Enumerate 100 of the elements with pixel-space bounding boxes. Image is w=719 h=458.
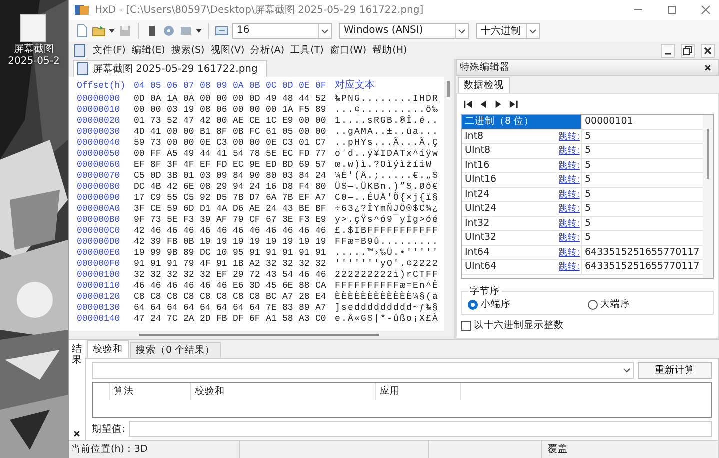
hex-byte[interactable]: D6 bbox=[233, 204, 250, 216]
hex-byte[interactable]: A7 bbox=[316, 193, 332, 204]
hex-byte[interactable]: 41 bbox=[216, 149, 233, 160]
hex-byte[interactable]: EC bbox=[282, 149, 299, 160]
hex-byte[interactable]: E9 bbox=[316, 215, 332, 226]
hex-byte[interactable]: CE bbox=[250, 116, 266, 128]
data-type-cell[interactable]: UInt32 bbox=[462, 231, 559, 245]
hex-byte[interactable]: A7 bbox=[282, 292, 299, 304]
jump-link[interactable]: 跳转: bbox=[559, 132, 580, 142]
hex-byte[interactable]: 3E bbox=[282, 215, 299, 226]
hex-byte[interactable]: 39 bbox=[150, 237, 167, 248]
hex-byte[interactable]: 77 bbox=[316, 149, 332, 160]
hex-byte[interactable]: D7 bbox=[250, 193, 266, 204]
hex-byte[interactable]: 5E bbox=[167, 215, 184, 226]
hex-byte[interactable]: 84 bbox=[233, 171, 250, 182]
hex-byte[interactable]: 84 bbox=[299, 171, 316, 182]
hex-byte[interactable]: 5E bbox=[266, 149, 282, 160]
hex-byte[interactable]: 54 bbox=[282, 270, 299, 282]
hex-byte[interactable]: 16 bbox=[266, 182, 282, 194]
hex-byte[interactable]: 00 bbox=[299, 127, 316, 138]
hex-byte[interactable]: 00 bbox=[216, 94, 233, 106]
hex-byte[interactable]: 32 bbox=[299, 259, 316, 270]
hex-byte[interactable]: 91 bbox=[266, 248, 282, 260]
hex-byte[interactable]: 24 bbox=[250, 182, 266, 194]
charset-dropdown[interactable]: Windows (ANSI) bbox=[339, 22, 469, 39]
hex-byte[interactable]: 89 bbox=[316, 105, 332, 116]
close-icon[interactable] bbox=[704, 64, 712, 72]
hex-byte[interactable]: 95 bbox=[233, 248, 250, 260]
hex-byte[interactable]: 46 bbox=[266, 226, 282, 238]
menu-item[interactable]: 分析(A) bbox=[250, 44, 285, 58]
caret-icon[interactable] bbox=[109, 28, 115, 33]
hex-byte[interactable]: 00 bbox=[200, 94, 216, 106]
hex-byte[interactable]: 42 bbox=[134, 226, 150, 238]
hex-byte[interactable]: 29 bbox=[216, 182, 233, 194]
hex-byte[interactable]: 03 bbox=[200, 171, 216, 182]
chevron-down-icon[interactable] bbox=[526, 24, 539, 38]
hex-byte[interactable]: EF bbox=[134, 160, 150, 172]
hex-byte[interactable]: A1 bbox=[266, 314, 282, 326]
hex-byte[interactable]: 32 bbox=[150, 270, 167, 282]
hex-byte[interactable]: 8F bbox=[216, 127, 233, 138]
radio-button[interactable] bbox=[588, 300, 598, 310]
hex-byte[interactable]: 44 bbox=[200, 149, 216, 160]
jump-link[interactable]: 跳转: bbox=[559, 262, 580, 272]
hex-byte[interactable]: 64 bbox=[200, 303, 216, 314]
hex-byte[interactable]: 7B bbox=[233, 193, 250, 204]
hex-byte[interactable]: 00 bbox=[250, 138, 266, 150]
minimize-icon[interactable] bbox=[661, 44, 675, 58]
hex-byte[interactable]: 46 bbox=[299, 226, 316, 238]
data-type-cell[interactable]: UInt8 bbox=[462, 144, 559, 158]
menu-item[interactable]: 窗口(W) bbox=[330, 44, 367, 58]
hex-byte[interactable]: 64 bbox=[134, 303, 150, 314]
hex-byte[interactable]: 08 bbox=[200, 182, 216, 194]
hex-byte[interactable]: 24 bbox=[150, 314, 167, 326]
hex-byte[interactable]: 41 bbox=[150, 127, 167, 138]
data-type-cell[interactable]: Int16 bbox=[462, 158, 559, 172]
hex-byte[interactable]: 79 bbox=[184, 259, 200, 270]
hex-byte[interactable]: B1 bbox=[200, 127, 216, 138]
hex-byte[interactable]: C0 bbox=[316, 314, 332, 326]
jump-link[interactable]: 跳转: bbox=[559, 175, 580, 186]
hex-byte[interactable]: 08 bbox=[200, 105, 216, 116]
hex-byte[interactable]: 6A bbox=[266, 193, 282, 204]
hex-byte[interactable]: FB bbox=[167, 237, 184, 248]
hex-byte[interactable]: 00 bbox=[184, 138, 200, 150]
hex-byte[interactable]: BD bbox=[282, 160, 299, 172]
restore-icon[interactable] bbox=[681, 44, 695, 58]
hex-byte[interactable]: 32 bbox=[184, 270, 200, 282]
hex-byte[interactable]: C8 bbox=[150, 292, 167, 304]
hex-byte[interactable]: 0D bbox=[134, 94, 150, 106]
hex-byte[interactable]: 88 bbox=[299, 281, 316, 292]
hex-byte[interactable]: 0E bbox=[200, 138, 216, 150]
hex-byte[interactable]: 64 bbox=[216, 303, 233, 314]
hex-byte[interactable]: 91 bbox=[216, 259, 233, 270]
hex-byte[interactable]: DC bbox=[200, 248, 216, 260]
hex-byte[interactable]: 19 bbox=[134, 248, 150, 260]
hex-byte[interactable]: 64 bbox=[233, 303, 250, 314]
hex-byte[interactable]: F4 bbox=[299, 182, 316, 194]
hex-byte[interactable]: AE bbox=[233, 116, 250, 128]
hex-byte[interactable]: E9 bbox=[282, 116, 299, 128]
data-type-cell[interactable]: UInt24 bbox=[462, 202, 559, 216]
hex-byte[interactable]: 2D bbox=[200, 314, 216, 326]
hex-byte[interactable]: 0D bbox=[250, 94, 266, 106]
hex-byte[interactable]: 47 bbox=[134, 314, 150, 326]
hex-byte[interactable]: 52 bbox=[167, 116, 184, 128]
hex-byte[interactable]: C5 bbox=[184, 193, 200, 204]
hex-byte[interactable]: 6E bbox=[282, 281, 299, 292]
hex-byte[interactable]: 00 bbox=[150, 105, 167, 116]
hex-byte[interactable]: 64 bbox=[150, 303, 167, 314]
hex-byte[interactable]: 3D bbox=[250, 281, 266, 292]
hex-byte[interactable]: 39 bbox=[200, 215, 216, 226]
menu-item[interactable]: 文件(F) bbox=[93, 44, 126, 58]
hex-byte[interactable]: 6F bbox=[250, 314, 266, 326]
hex-byte[interactable]: 00 bbox=[316, 116, 332, 128]
hex-byte[interactable]: 01 bbox=[299, 138, 316, 150]
expected-value-field[interactable] bbox=[129, 421, 712, 438]
hex-byte[interactable]: 19 bbox=[250, 237, 266, 248]
hex-byte[interactable]: ED bbox=[266, 160, 282, 172]
hex-byte[interactable]: BC bbox=[266, 292, 282, 304]
hex-byte[interactable]: 17 bbox=[134, 193, 150, 204]
hex-byte[interactable]: 59 bbox=[167, 204, 184, 216]
hex-byte[interactable]: 80 bbox=[266, 171, 282, 182]
